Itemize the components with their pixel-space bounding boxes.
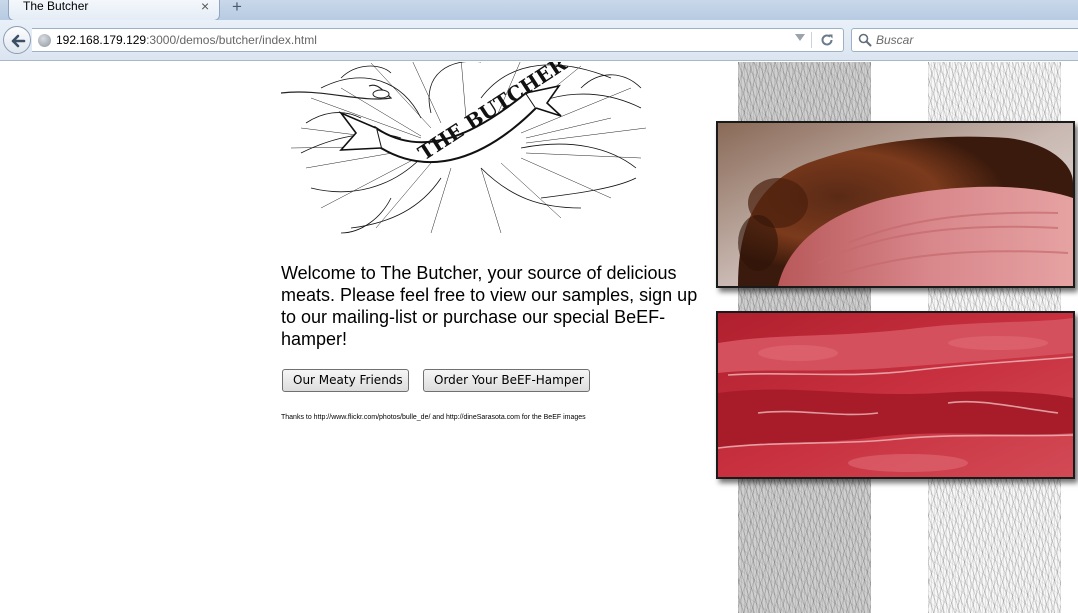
beef-photo-roast: [716, 121, 1075, 288]
tab-title: The Butcher: [23, 0, 89, 13]
url-text[interactable]: 192.168.179.129:3000/demos/butcher/index…: [56, 33, 317, 48]
search-input[interactable]: [876, 32, 1066, 48]
tab-the-butcher[interactable]: The Butcher ×: [8, 0, 220, 21]
back-arrow-icon: [11, 34, 26, 48]
search-icon: [858, 33, 872, 47]
close-icon[interactable]: ×: [201, 0, 209, 13]
image-credits: Thanks to http://www.flickr.com/photos/b…: [281, 414, 586, 421]
tab-bar: The Butcher × +: [0, 0, 1078, 21]
meaty-friends-button[interactable]: Our Meaty Friends: [282, 369, 409, 392]
butcher-logo: THE BUTCHER: [281, 62, 647, 234]
back-button[interactable]: [3, 26, 31, 54]
dropdown-icon[interactable]: [795, 34, 805, 41]
order-hamper-button[interactable]: Order Your BeEF-Hamper: [423, 369, 590, 392]
url-path: :3000/demos/butcher/index.html: [146, 33, 317, 47]
globe-icon: [38, 34, 51, 47]
search-bar[interactable]: [851, 28, 1078, 52]
page-content: THE BUTCHER Welcome to The Butcher, your…: [0, 62, 1078, 613]
url-bar[interactable]: 192.168.179.129:3000/demos/butcher/index…: [32, 28, 844, 52]
divider: [811, 32, 812, 48]
reload-icon[interactable]: [819, 32, 835, 53]
new-tab-icon[interactable]: +: [232, 0, 242, 17]
logo-text: THE BUTCHER: [414, 62, 572, 165]
navigation-bar: 192.168.179.129:3000/demos/butcher/index…: [0, 20, 1078, 61]
welcome-text: Welcome to The Butcher, your source of d…: [281, 263, 698, 349]
beef-photo-raw: [716, 311, 1075, 479]
url-host: 192.168.179.129: [56, 33, 147, 47]
